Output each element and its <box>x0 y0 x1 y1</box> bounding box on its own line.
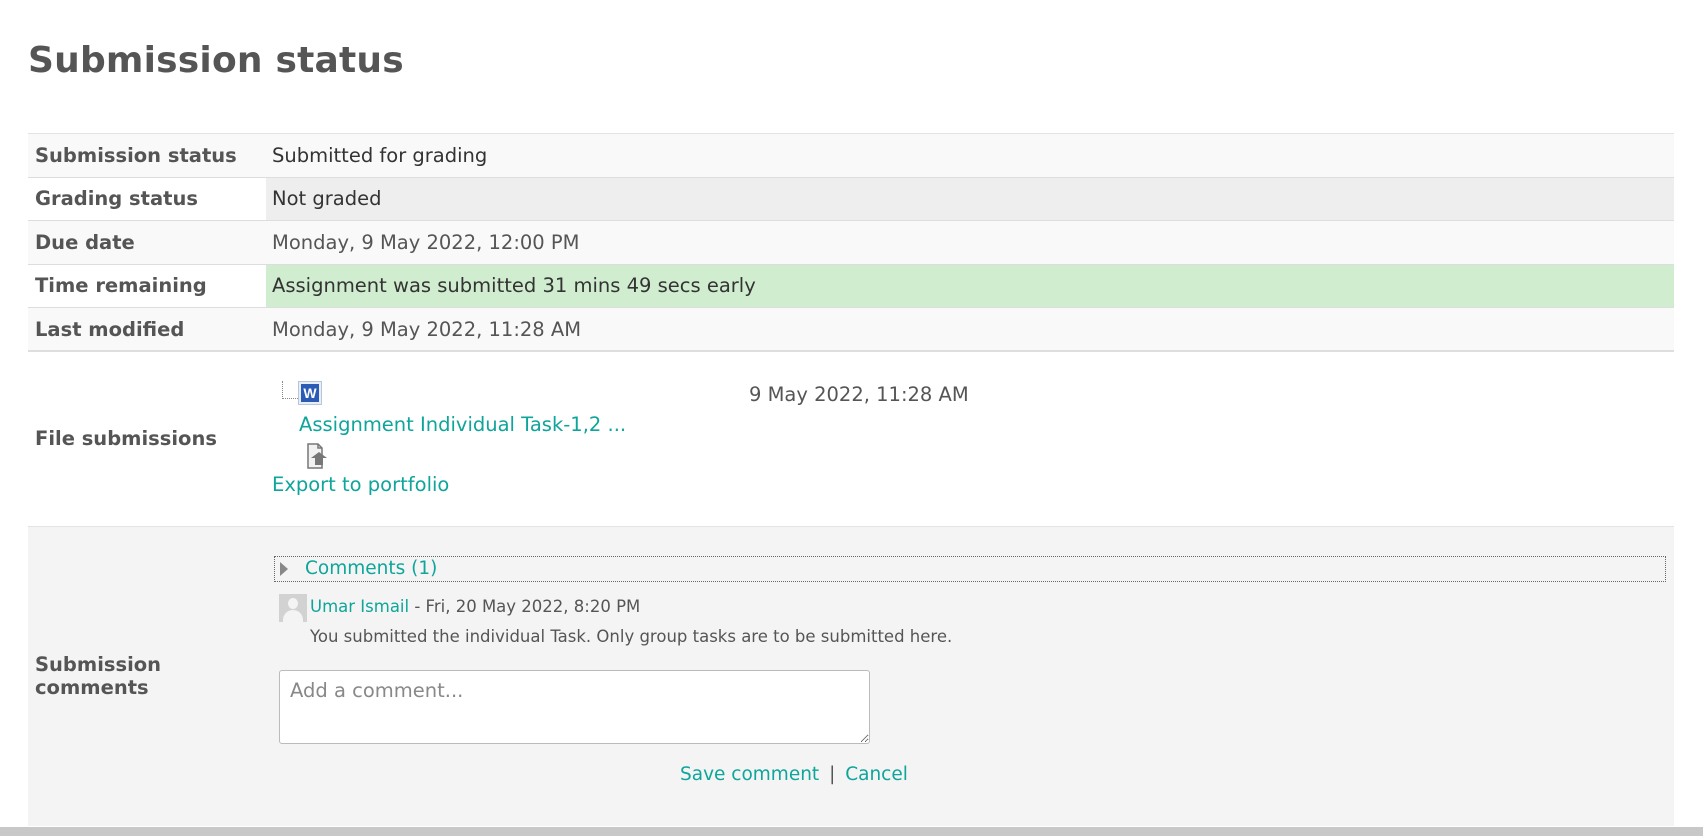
comment-meta: Umar Ismail - Fri, 20 May 2022, 8:20 PM <box>310 597 640 616</box>
row-due-date: Due date Monday, 9 May 2022, 12:00 PM <box>28 220 1674 264</box>
comment-input[interactable] <box>279 670 870 744</box>
comments-toggle-bar[interactable] <box>274 556 1666 582</box>
comments-toggle[interactable]: Comments (1) <box>305 558 437 579</box>
file-submissions-label: File submissions <box>28 351 266 526</box>
avatar <box>279 594 307 622</box>
comment-text: You submitted the individual Task. Only … <box>310 627 953 646</box>
row-last-modified: Last modified Monday, 9 May 2022, 11:28 … <box>28 307 1674 352</box>
row-file-submissions: File submissions <box>28 351 1674 526</box>
row-submission-status: Submission status Submitted for grading <box>28 133 1674 177</box>
due-date-value: Monday, 9 May 2022, 12:00 PM <box>266 220 1674 264</box>
row-grading-status: Grading status Not graded <box>28 176 1674 221</box>
time-remaining-value: Assignment was submitted 31 mins 49 secs… <box>266 263 1674 308</box>
submission-status-label: Submission status <box>28 133 266 177</box>
due-date-label: Due date <box>28 220 266 264</box>
word-document-icon: W <box>298 381 322 405</box>
submission-status-value: Submitted for grading <box>266 133 1674 177</box>
file-submissions-cell <box>266 351 1674 526</box>
file-link[interactable]: Assignment Individual Task-1,2 ... <box>299 413 626 436</box>
comment-author-link[interactable]: Umar Ismail <box>310 597 409 616</box>
last-modified-value: Monday, 9 May 2022, 11:28 AM <box>266 307 1674 352</box>
save-comment-button[interactable]: Save comment <box>680 764 819 785</box>
export-portfolio-icon[interactable] <box>305 443 329 469</box>
grading-status-label: Grading status <box>28 176 266 221</box>
export-portfolio-link[interactable]: Export to portfolio <box>272 473 449 496</box>
action-separator: | <box>829 764 836 785</box>
time-remaining-label: Time remaining <box>28 263 266 308</box>
file-tree-connector <box>282 381 298 399</box>
comment-date: - Fri, 20 May 2022, 8:20 PM <box>414 597 641 616</box>
comment-actions: Save comment | Cancel <box>680 764 908 785</box>
submission-comments-label: Submission comments <box>28 525 266 826</box>
last-modified-label: Last modified <box>28 307 266 352</box>
grading-status-value: Not graded <box>266 176 1674 221</box>
cancel-button[interactable]: Cancel <box>845 764 908 785</box>
row-time-remaining: Time remaining Assignment was submitted … <box>28 263 1674 308</box>
expand-triangle-icon[interactable] <box>280 562 288 576</box>
file-date: 9 May 2022, 11:28 AM <box>749 383 969 406</box>
page-title: Submission status <box>28 40 404 81</box>
horizontal-scrollbar[interactable] <box>0 827 1703 836</box>
